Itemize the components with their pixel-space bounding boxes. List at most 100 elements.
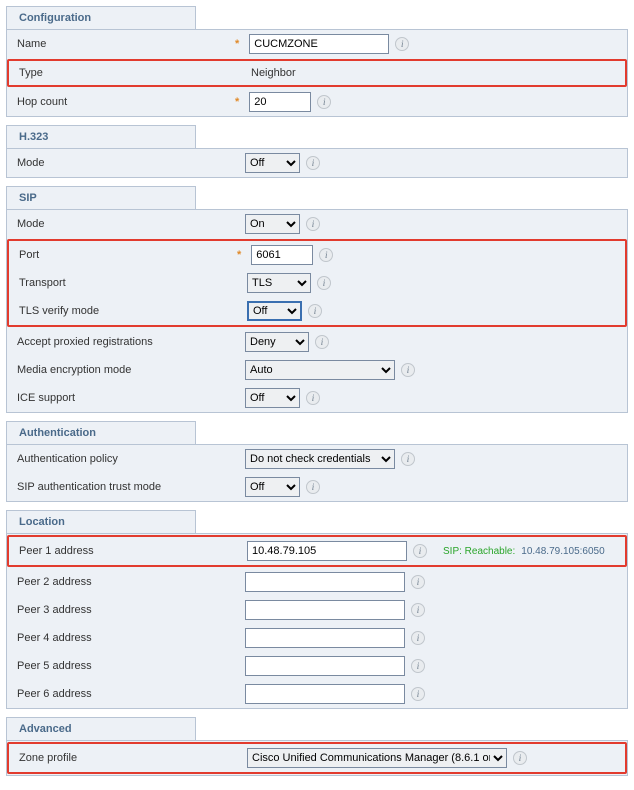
row-accept-proxied: Accept proxied registrations Deny i <box>7 328 627 356</box>
peer6-input[interactable] <box>245 684 405 704</box>
row-hop-count: Hop count * i <box>7 88 627 116</box>
sip-mode-select[interactable]: On <box>245 214 300 234</box>
section-header-h323: H.323 <box>6 125 196 148</box>
peer1-status: SIP: Reachable: 10.48.79.105:6050 <box>443 546 605 557</box>
section-configuration: Configuration Name * i Type Neighbor Hop… <box>6 6 628 117</box>
info-icon[interactable]: i <box>317 276 331 290</box>
peer5-input[interactable] <box>245 656 405 676</box>
info-icon[interactable]: i <box>413 544 427 558</box>
row-tls-verify: TLS verify mode Off i <box>9 297 625 325</box>
label-tls-verify: TLS verify mode <box>17 305 247 317</box>
info-icon[interactable]: i <box>395 37 409 51</box>
row-peer1: Peer 1 address i SIP: Reachable: 10.48.7… <box>9 537 625 565</box>
sip-transport-select[interactable]: TLS <box>247 273 311 293</box>
label-h323-mode: Mode <box>15 157 245 169</box>
label-peer1: Peer 1 address <box>17 545 247 557</box>
auth-trust-select[interactable]: Off <box>245 477 300 497</box>
section-header-sip: SIP <box>6 186 196 209</box>
highlight-sip-port-transport-tls: Port * i Transport TLS i TLS verify mode… <box>7 239 627 327</box>
sip-port-input[interactable] <box>251 245 313 265</box>
row-type: Type Neighbor <box>9 61 625 85</box>
name-input[interactable] <box>249 34 389 54</box>
section-body-advanced: Zone profile Cisco Unified Communication… <box>6 740 628 776</box>
media-enc-select[interactable]: Auto <box>245 360 395 380</box>
info-icon[interactable]: i <box>306 156 320 170</box>
highlight-type: Type Neighbor <box>7 59 627 87</box>
label-accept-proxied: Accept proxied registrations <box>15 336 245 348</box>
highlight-zone-profile: Zone profile Cisco Unified Communication… <box>7 742 627 774</box>
row-sip-port: Port * i <box>9 241 625 269</box>
section-body-sip: Mode On i Port * i Transport TLS i <box>6 209 628 413</box>
label-peer4: Peer 4 address <box>15 632 245 644</box>
label-zone-profile: Zone profile <box>17 752 247 764</box>
hop-count-input[interactable] <box>249 92 311 112</box>
section-header-advanced: Advanced <box>6 717 196 740</box>
label-sip-port: Port <box>17 249 247 261</box>
info-icon[interactable]: i <box>411 575 425 589</box>
label-sip-transport: Transport <box>17 277 247 289</box>
info-icon[interactable]: i <box>401 452 415 466</box>
section-body-location: Peer 1 address i SIP: Reachable: 10.48.7… <box>6 533 628 709</box>
row-h323-mode: Mode Off i <box>7 149 627 177</box>
label-peer3: Peer 3 address <box>15 604 245 616</box>
row-peer2: Peer 2 address i <box>7 568 627 596</box>
label-sip-mode: Mode <box>15 218 245 230</box>
label-hop-count: Hop count <box>15 96 245 108</box>
peer3-input[interactable] <box>245 600 405 620</box>
row-sip-mode: Mode On i <box>7 210 627 238</box>
label-name: Name <box>15 38 245 50</box>
row-peer6: Peer 6 address i <box>7 680 627 708</box>
info-icon[interactable]: i <box>306 217 320 231</box>
ice-support-select[interactable]: Off <box>245 388 300 408</box>
label-media-enc: Media encryption mode <box>15 364 245 376</box>
label-auth-policy: Authentication policy <box>15 453 245 465</box>
peer4-input[interactable] <box>245 628 405 648</box>
section-header-authentication: Authentication <box>6 421 196 444</box>
section-body-h323: Mode Off i <box>6 148 628 178</box>
tls-verify-select[interactable]: Off <box>247 301 302 321</box>
label-type: Type <box>17 67 247 79</box>
label-peer6: Peer 6 address <box>15 688 245 700</box>
label-peer5: Peer 5 address <box>15 660 245 672</box>
label-peer2: Peer 2 address <box>15 576 245 588</box>
highlight-peer1: Peer 1 address i SIP: Reachable: 10.48.7… <box>7 535 627 567</box>
row-auth-trust: SIP authentication trust mode Off i <box>7 473 627 501</box>
required-marker: * <box>235 96 239 108</box>
peer1-input[interactable] <box>247 541 407 561</box>
info-icon[interactable]: i <box>513 751 527 765</box>
section-authentication: Authentication Authentication policy Do … <box>6 421 628 502</box>
accept-proxied-select[interactable]: Deny <box>245 332 309 352</box>
peer2-input[interactable] <box>245 572 405 592</box>
status-reachable: SIP: Reachable: <box>443 546 515 557</box>
label-ice-support: ICE support <box>15 392 245 404</box>
row-auth-policy: Authentication policy Do not check crede… <box>7 445 627 473</box>
row-peer4: Peer 4 address i <box>7 624 627 652</box>
info-icon[interactable]: i <box>319 248 333 262</box>
row-peer5: Peer 5 address i <box>7 652 627 680</box>
section-h323: H.323 Mode Off i <box>6 125 628 178</box>
info-icon[interactable]: i <box>317 95 331 109</box>
info-icon[interactable]: i <box>315 335 329 349</box>
section-header-configuration: Configuration <box>6 6 196 29</box>
required-marker: * <box>235 38 239 50</box>
label-auth-trust: SIP authentication trust mode <box>15 481 245 493</box>
info-icon[interactable]: i <box>401 363 415 377</box>
info-icon[interactable]: i <box>306 391 320 405</box>
info-icon[interactable]: i <box>411 603 425 617</box>
type-value: Neighbor <box>247 67 296 79</box>
section-body-authentication: Authentication policy Do not check crede… <box>6 444 628 502</box>
info-icon[interactable]: i <box>308 304 322 318</box>
row-zone-profile: Zone profile Cisco Unified Communication… <box>9 744 625 772</box>
info-icon[interactable]: i <box>411 687 425 701</box>
row-name: Name * i <box>7 30 627 58</box>
required-marker: * <box>237 249 241 261</box>
row-peer3: Peer 3 address i <box>7 596 627 624</box>
section-location: Location Peer 1 address i SIP: Reachable… <box>6 510 628 709</box>
auth-policy-select[interactable]: Do not check credentials <box>245 449 395 469</box>
row-ice-support: ICE support Off i <box>7 384 627 412</box>
info-icon[interactable]: i <box>411 631 425 645</box>
info-icon[interactable]: i <box>411 659 425 673</box>
zone-profile-select[interactable]: Cisco Unified Communications Manager (8.… <box>247 748 507 768</box>
h323-mode-select[interactable]: Off <box>245 153 300 173</box>
info-icon[interactable]: i <box>306 480 320 494</box>
